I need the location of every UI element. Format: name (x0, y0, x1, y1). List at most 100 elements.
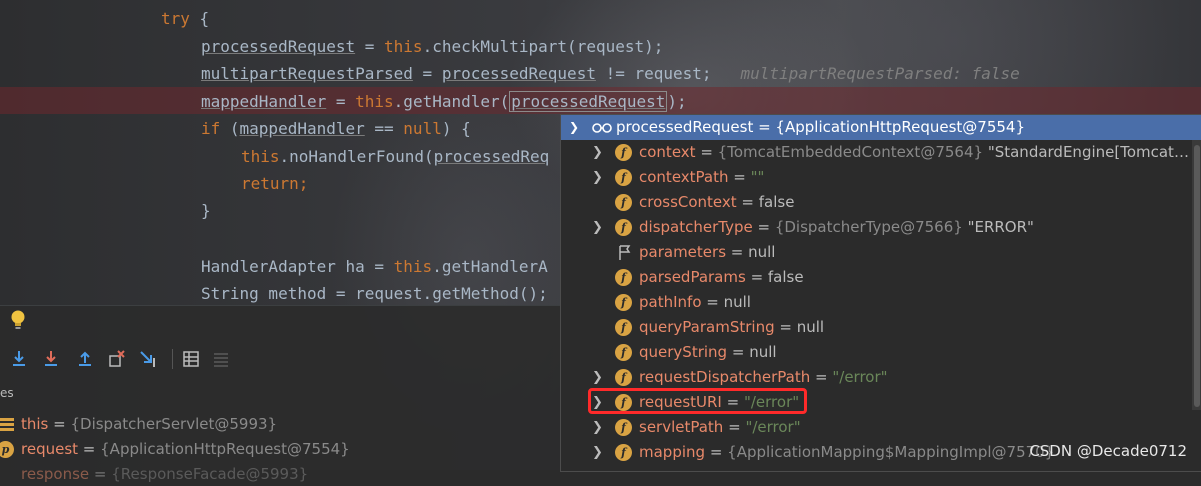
chevron-right-icon[interactable]: ❯ (592, 440, 603, 465)
field-name: parsedParams (639, 268, 746, 286)
field-row-queryParamString[interactable]: f queryParamString = null (561, 315, 1191, 340)
field-row-queryString[interactable]: f queryString = null (561, 340, 1191, 365)
evaluate-expression-icon[interactable] (180, 348, 202, 370)
field-text: dispatcherType = {DispatcherType@7566} "… (639, 218, 1034, 236)
toolbar-separator (172, 349, 173, 369)
field-string-value: "/error" (832, 368, 888, 386)
code-line-close-brace[interactable]: } (201, 197, 211, 224)
field-icon: f (615, 219, 632, 236)
field-name: parameters (639, 243, 727, 261)
field-text: mapping = {ApplicationMapping$MappingImp… (639, 443, 1055, 461)
field-icon: f (615, 419, 632, 436)
field-name: contextPath (639, 168, 729, 186)
code-line-string-method[interactable]: String method = request.getMethod(); (201, 280, 548, 307)
field-string-value: "" (750, 168, 765, 186)
field-value: false (767, 268, 804, 286)
step-into-icon[interactable] (40, 348, 62, 370)
field-value: false (758, 193, 795, 211)
drop-frame-icon[interactable] (106, 348, 128, 370)
field-ref: {TomcatEmbeddedContext@7564} (717, 143, 984, 161)
code-line-multipart-parsed[interactable]: multipartRequestParsed = processedReques… (201, 60, 1020, 87)
field-row-contextPath[interactable]: ❯ f contextPath = "" (561, 165, 1191, 190)
field-text: contextPath = "" (639, 168, 765, 186)
field-icon: f (615, 294, 632, 311)
lightbulb-icon[interactable] (9, 309, 27, 331)
field-icon: f (615, 344, 632, 361)
field-name: crossContext (639, 193, 737, 211)
field-name: context (639, 143, 696, 161)
code-line-try[interactable]: try { (161, 5, 209, 32)
code-line-return[interactable]: return; (241, 170, 308, 197)
variables-tab-label: es (0, 386, 14, 400)
code-line-check-multipart[interactable]: processedRequest = this.checkMultipart(r… (201, 33, 663, 60)
popup-header[interactable]: ❯ processedRequest = {ApplicationHttpReq… (561, 115, 1201, 140)
field-row-servletPath[interactable]: ❯ f servletPath = "/error" (561, 415, 1191, 440)
annotation-highlight-box (588, 388, 807, 414)
field-row-parameters[interactable]: parameters = null (561, 240, 1191, 265)
field-name: dispatcherType (639, 218, 753, 236)
debugger-toolbar (0, 346, 560, 372)
step-over-icon[interactable] (8, 348, 30, 370)
field-name: queryParamString (639, 318, 775, 336)
field-text: requestDispatcherPath = "/error" (639, 368, 888, 386)
chevron-right-icon[interactable]: ❯ (592, 365, 603, 390)
field-value: null (796, 318, 825, 336)
code-line-if-null[interactable]: if (mappedHandler == null) { (201, 115, 471, 142)
variable-inspector-popup[interactable]: ❯ processedRequest = {ApplicationHttpReq… (560, 114, 1201, 472)
chevron-right-icon[interactable]: ❯ (592, 140, 603, 165)
field-ref: {ApplicationMapping$MappingImpl@7570} (727, 443, 1055, 461)
scrollbar-thumb[interactable] (1194, 145, 1200, 407)
field-icon: f (615, 194, 632, 211)
field-name: queryString (639, 343, 728, 361)
field-text: parameters = null (639, 243, 776, 261)
field-row-pathInfo[interactable]: f pathInfo = null (561, 290, 1191, 315)
flag-icon (619, 245, 631, 260)
field-value: "ERROR" (962, 218, 1034, 236)
field-text: queryParamString = null (639, 318, 825, 336)
field-icon: f (615, 169, 632, 186)
code-line-handler-adapter[interactable]: HandlerAdapter ha = this.getHandlerA (201, 253, 548, 280)
trace-stream-icon[interactable] (210, 348, 232, 370)
field-icon: f (615, 444, 632, 461)
field-icon: f (615, 319, 632, 336)
field-name: mapping (639, 443, 706, 461)
stack-icon (0, 418, 14, 431)
watch-glasses-icon (592, 123, 612, 133)
field-text: servletPath = "/error" (639, 418, 801, 436)
popup-title: processedRequest = {ApplicationHttpReque… (616, 118, 1025, 136)
field-name: pathInfo (639, 293, 702, 311)
chevron-right-icon[interactable]: ❯ (592, 415, 603, 440)
debug-tool-window: es this = {DispatcherServlet@5993} p req… (0, 305, 560, 483)
field-row-crossContext[interactable]: f crossContext = false (561, 190, 1191, 215)
chevron-down-icon[interactable]: ❯ (569, 115, 579, 140)
chevron-right-icon[interactable]: ❯ (592, 165, 603, 190)
field-text: crossContext = false (639, 193, 795, 211)
field-icon: f (615, 144, 632, 161)
field-value: null (723, 293, 751, 311)
field-text: parsedParams = false (639, 268, 804, 286)
field-row-parsedParams[interactable]: f parsedParams = false (561, 265, 1191, 290)
field-text: context = {TomcatEmbeddedContext@7564} "… (639, 143, 1189, 161)
code-line-get-handler[interactable]: mappedHandler = this.getHandler(processe… (201, 88, 687, 115)
field-name: requestDispatcherPath (639, 368, 811, 386)
field-row-dispatcherType[interactable]: ❯ f dispatcherType = {DispatcherType@7566}… (561, 215, 1191, 240)
field-row-context[interactable]: ❯ f context = {TomcatEmbeddedContext@7564}… (561, 140, 1191, 165)
keyword-try: try (161, 9, 190, 28)
field-text: pathInfo = null (639, 293, 751, 311)
watermark: CSDN @Decade0712 (1029, 442, 1187, 460)
field-ref: {DispatcherType@7566} (774, 218, 963, 236)
code-line-no-handler-found[interactable]: this.noHandlerFound(processedReq (241, 143, 549, 170)
chevron-right-icon[interactable]: ❯ (592, 215, 603, 240)
field-name: servletPath (639, 418, 724, 436)
run-to-cursor-icon[interactable] (138, 348, 160, 370)
hovered-variable-processedRequest[interactable]: processedRequest (509, 91, 668, 112)
scrollbar[interactable] (1192, 140, 1201, 410)
field-value: null (748, 243, 776, 261)
field-icon: f (615, 369, 632, 386)
field-row-requestDispatcherPath[interactable]: ❯ f requestDispatcherPath = "/error" (561, 365, 1191, 390)
field-value: null (749, 343, 777, 361)
field-text: queryString = null (639, 343, 777, 361)
parameter-icon: p (0, 441, 14, 458)
step-out-icon[interactable] (74, 348, 96, 370)
field-value: "StandardEngine[Tomcat… (983, 143, 1189, 161)
